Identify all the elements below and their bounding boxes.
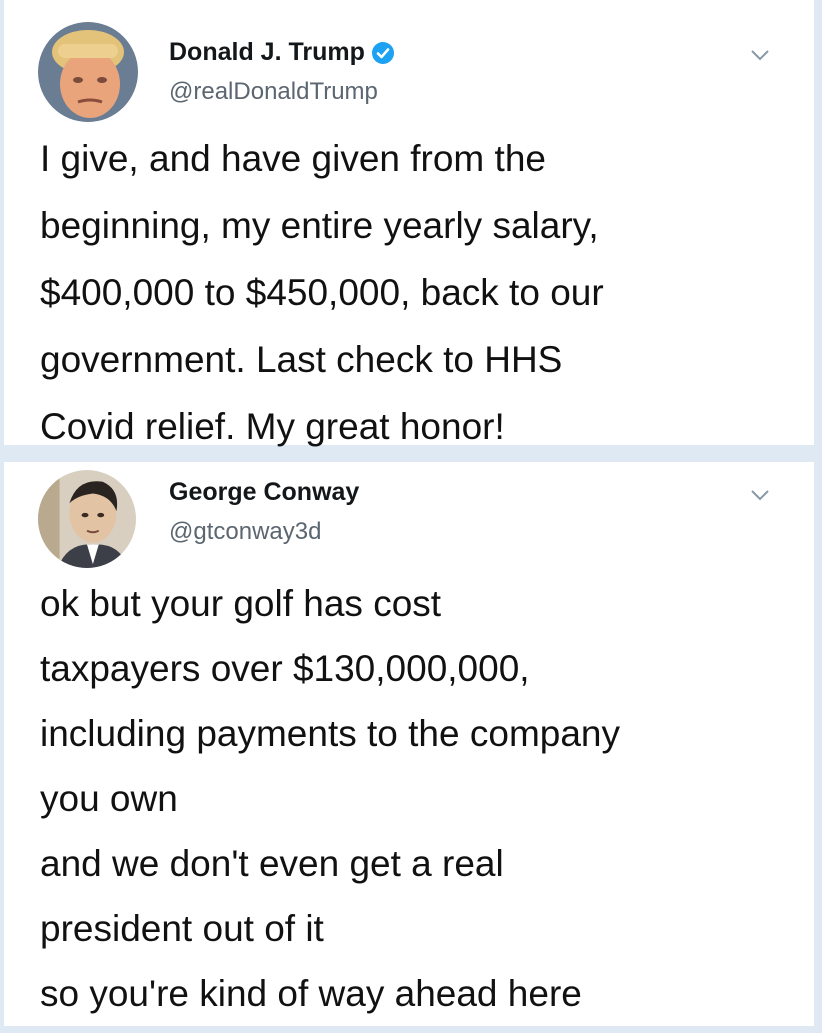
chevron-down-icon[interactable]	[750, 488, 770, 502]
tweet-text-line: Covid relief. My great honor!	[40, 406, 505, 447]
user-handle[interactable]: @realDonaldTrump	[169, 78, 378, 106]
tweet-text-line: $400,000 to $450,000, back to our	[40, 272, 604, 313]
tweet-text-line: beginning, my entire yearly salary,	[40, 205, 599, 246]
tweet-text-line: I give, and have given from the	[40, 138, 546, 179]
tweet-text-line: and we don't even get a real	[40, 843, 504, 884]
tweet-text: I give, and have given from the beginnin…	[40, 133, 794, 468]
tweet-text-line: president out of it	[40, 908, 324, 949]
tweet-card: George Conway @gtconway3d ok but your go…	[4, 462, 814, 1026]
verified-badge-icon	[371, 41, 394, 64]
chevron-down-icon[interactable]	[750, 48, 770, 62]
user-handle[interactable]: @gtconway3d	[169, 518, 321, 546]
tweet-text-line: government. Last check to HHS	[40, 339, 563, 380]
avatar[interactable]	[38, 22, 138, 122]
tweet-text-line: so you're kind of way ahead here	[40, 973, 582, 1014]
tweet-text-line: you own	[40, 778, 178, 819]
tweet-text: ok but your golf has cost taxpayers over…	[40, 578, 794, 1033]
tweet-text-line: ok but your golf has cost	[40, 583, 442, 624]
avatar[interactable]	[38, 470, 136, 568]
tweet-card: Donald J. Trump @realDonaldTrump I give,…	[4, 0, 814, 447]
display-name[interactable]: Donald J. Trump	[169, 38, 395, 67]
tweet-text-line: taxpayers over $130,000,000,	[40, 648, 530, 689]
display-name[interactable]: George Conway	[169, 478, 359, 507]
tweet-text-line: including payments to the company	[40, 713, 621, 754]
